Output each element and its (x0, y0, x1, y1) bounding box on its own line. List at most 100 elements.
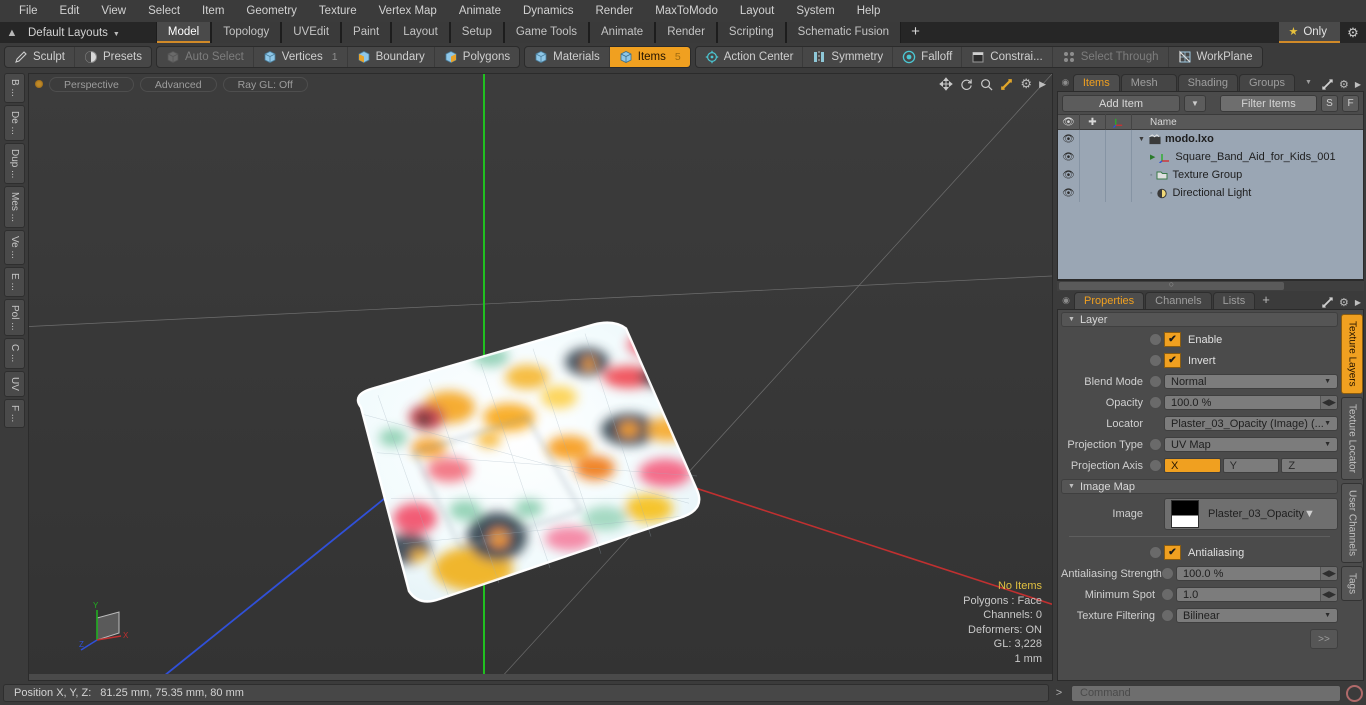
rotate-icon[interactable] (960, 78, 973, 91)
falloff-button[interactable]: Falloff (893, 47, 963, 67)
menu-item-texture[interactable]: Texture (308, 0, 368, 22)
menu-item-dynamics[interactable]: Dynamics (512, 0, 584, 22)
side-tab-texture-layers[interactable]: Texture Layers (1341, 314, 1363, 394)
presets-button[interactable]: Presets (75, 47, 151, 67)
menu-item-layout[interactable]: Layout (729, 0, 786, 22)
vertices-button[interactable]: Vertices 1 (254, 47, 348, 67)
tab-setup[interactable]: Setup (449, 22, 504, 43)
side-tab-texture-locator[interactable]: Texture Locator (1341, 396, 1363, 480)
constraint-button[interactable]: Constrai... (962, 47, 1053, 67)
table-row[interactable]: 👁 ▪ Texture Group (1058, 166, 1363, 184)
gear-icon[interactable]: ⚙ (1339, 78, 1349, 91)
items-button[interactable]: Items 5 (609, 47, 690, 67)
viewport-advanced-button[interactable]: Advanced (139, 76, 217, 92)
filter-f-button[interactable]: F (1342, 94, 1359, 112)
expand-icon[interactable] (1322, 297, 1333, 308)
menu-item-animate[interactable]: Animate (448, 0, 512, 22)
viewport-3d[interactable]: Perspective Advanced Ray GL: Off ⚙ ▶ No … (28, 73, 1053, 681)
record-icon[interactable] (1346, 684, 1363, 702)
locator-dropdown[interactable]: Plaster_03_Opacity (Image) (... ▼ (1164, 416, 1338, 431)
only-toggle-button[interactable]: ★ Only (1279, 22, 1340, 43)
tab-render[interactable]: Render (655, 22, 717, 43)
left-tab-deform[interactable]: De ... (4, 104, 25, 141)
aa-strength-anim-dot[interactable] (1161, 567, 1174, 580)
column-axis-icon[interactable] (1106, 114, 1132, 130)
play-icon[interactable]: ▶ (1039, 79, 1046, 90)
side-tab-user-channels[interactable]: User Channels (1341, 482, 1363, 563)
tab-lists[interactable]: Lists (1212, 292, 1256, 309)
left-tab-uv[interactable]: UV (4, 370, 25, 397)
menu-item-system[interactable]: System (785, 0, 845, 22)
eye-icon[interactable]: 👁 (1062, 134, 1075, 145)
home-icon[interactable]: ▲ (0, 27, 24, 39)
tab-model[interactable]: Model (155, 22, 212, 43)
gear-icon[interactable]: ⚙ (1020, 76, 1032, 92)
tab-scripting[interactable]: Scripting (716, 22, 786, 43)
antialiasing-strength-input[interactable]: 100.0 % ◀▶ (1176, 566, 1338, 581)
left-tab-vertex[interactable]: Ve ... (4, 230, 25, 265)
items-horizontal-scrollbar[interactable] (1057, 280, 1364, 291)
image-dropdown[interactable]: Plaster_03_Opacity ▼ (1164, 498, 1338, 530)
texture-filtering-dropdown[interactable]: Bilinear ▼ (1176, 608, 1338, 623)
table-row[interactable]: 👁 ▶ Square_Band_Aid_for_Kids_001 (1058, 148, 1363, 166)
left-tab-curve[interactable]: C ... (4, 338, 25, 369)
lock-icon[interactable]: ◉ (1059, 292, 1073, 309)
table-row[interactable]: 👁 ▪ Directional Light (1058, 184, 1363, 202)
tree-expander[interactable]: ▼ (1138, 136, 1145, 143)
more-options-button[interactable]: >> (1310, 629, 1338, 649)
antialiasing-anim-dot[interactable] (1149, 546, 1162, 559)
boundary-button[interactable]: Boundary (348, 47, 435, 67)
menu-item-select[interactable]: Select (137, 0, 191, 22)
aa-strength-stepper[interactable]: ◀▶ (1320, 567, 1337, 580)
menu-item-vertex-map[interactable]: Vertex Map (368, 0, 448, 22)
gear-icon[interactable]: ⚙ (1340, 25, 1366, 41)
left-tab-polygon[interactable]: Pol ... (4, 298, 25, 337)
left-tab-duplicate[interactable]: Dup ... (4, 142, 25, 185)
play-icon[interactable]: ▶ (1355, 80, 1361, 89)
tab-game-tools[interactable]: Game Tools (503, 22, 589, 43)
zoom-icon[interactable] (980, 78, 993, 91)
tab-shading[interactable]: Shading (1177, 74, 1238, 91)
tab-channels[interactable]: Channels (1145, 292, 1212, 309)
filter-s-button[interactable]: S (1321, 94, 1338, 112)
tab-schematic-fusion[interactable]: Schematic Fusion (785, 22, 902, 43)
menu-item-help[interactable]: Help (846, 0, 892, 22)
polygons-button[interactable]: Polygons (435, 47, 519, 67)
viewport-raygl-button[interactable]: Ray GL: Off (222, 76, 308, 92)
select-through-button[interactable]: Select Through (1053, 47, 1169, 67)
tab-topology[interactable]: Topology (211, 22, 282, 43)
axis-x-option[interactable]: X (1164, 458, 1221, 473)
menu-item-file[interactable]: File (8, 0, 49, 22)
menu-item-geometry[interactable]: Geometry (235, 0, 308, 22)
add-properties-tab-button[interactable]: + (1256, 292, 1276, 309)
section-image-map[interactable]: ▼ Image Map (1061, 479, 1338, 494)
projection-type-dropdown[interactable]: UV Map ▼ (1164, 437, 1338, 452)
antialiasing-checkbox[interactable]: ✔ (1164, 545, 1181, 560)
fit-icon[interactable] (1000, 78, 1013, 91)
move-icon[interactable] (939, 77, 954, 91)
menu-item-view[interactable]: View (90, 0, 137, 22)
blend-mode-anim-dot[interactable] (1149, 375, 1162, 388)
auto-select-button[interactable]: Auto Select (157, 47, 254, 67)
viewport-indicator[interactable] (35, 80, 43, 88)
eye-icon[interactable]: 👁 (1062, 152, 1075, 163)
minimum-spot-anim-dot[interactable] (1161, 588, 1174, 601)
opacity-anim-dot[interactable] (1149, 396, 1162, 409)
section-layer[interactable]: ▼ Layer (1061, 312, 1338, 327)
axis-z-option[interactable]: Z (1281, 458, 1339, 473)
sculpt-button[interactable]: Sculpt (5, 47, 75, 67)
tab-layout[interactable]: Layout (391, 22, 450, 43)
left-tab-basic[interactable]: B ... (4, 73, 25, 103)
menu-item-item[interactable]: Item (191, 0, 235, 22)
minimum-spot-stepper[interactable]: ◀▶ (1320, 588, 1337, 601)
enable-anim-dot[interactable] (1149, 333, 1162, 346)
lock-icon[interactable]: ◉ (1059, 74, 1072, 91)
materials-button[interactable]: Materials (525, 47, 610, 67)
enable-checkbox[interactable]: ✔ (1164, 332, 1181, 347)
viewport-perspective-button[interactable]: Perspective (49, 76, 134, 92)
menu-item-render[interactable]: Render (584, 0, 644, 22)
tab-uvedit[interactable]: UVEdit (281, 22, 342, 43)
invert-anim-dot[interactable] (1149, 354, 1162, 367)
tab-properties[interactable]: Properties (1074, 292, 1145, 309)
tab-overflow-caret[interactable]: ▼ (1296, 74, 1321, 91)
